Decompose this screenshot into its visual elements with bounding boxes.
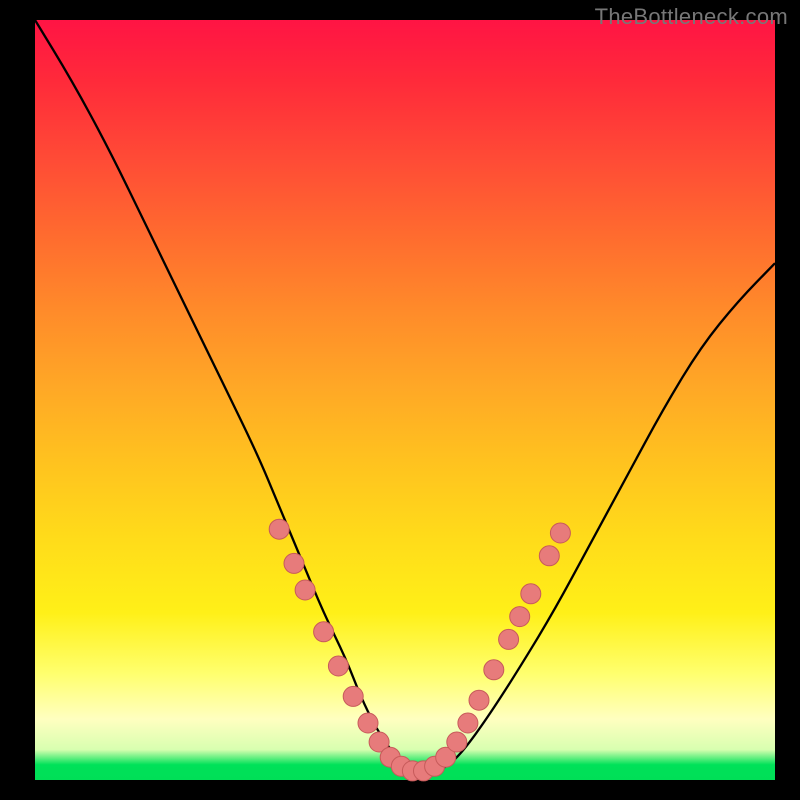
curve-marker	[447, 732, 467, 752]
curve-marker	[269, 519, 289, 539]
curve-marker	[358, 713, 378, 733]
bottleneck-curve	[35, 20, 775, 772]
curve-marker	[469, 690, 489, 710]
curve-marker	[295, 580, 315, 600]
curve-markers	[269, 519, 570, 781]
curve-marker	[550, 523, 570, 543]
curve-marker	[284, 553, 304, 573]
curve-marker	[484, 660, 504, 680]
curve-marker	[510, 607, 530, 627]
curve-marker	[458, 713, 478, 733]
curve-layer	[35, 20, 775, 780]
curve-marker	[343, 686, 363, 706]
watermark-text: TheBottleneck.com	[595, 4, 788, 30]
curve-marker	[539, 546, 559, 566]
curve-marker	[328, 656, 348, 676]
curve-marker	[499, 629, 519, 649]
curve-marker	[314, 622, 334, 642]
chart-frame: TheBottleneck.com	[0, 0, 800, 800]
curve-marker	[521, 584, 541, 604]
plot-area	[35, 20, 775, 780]
